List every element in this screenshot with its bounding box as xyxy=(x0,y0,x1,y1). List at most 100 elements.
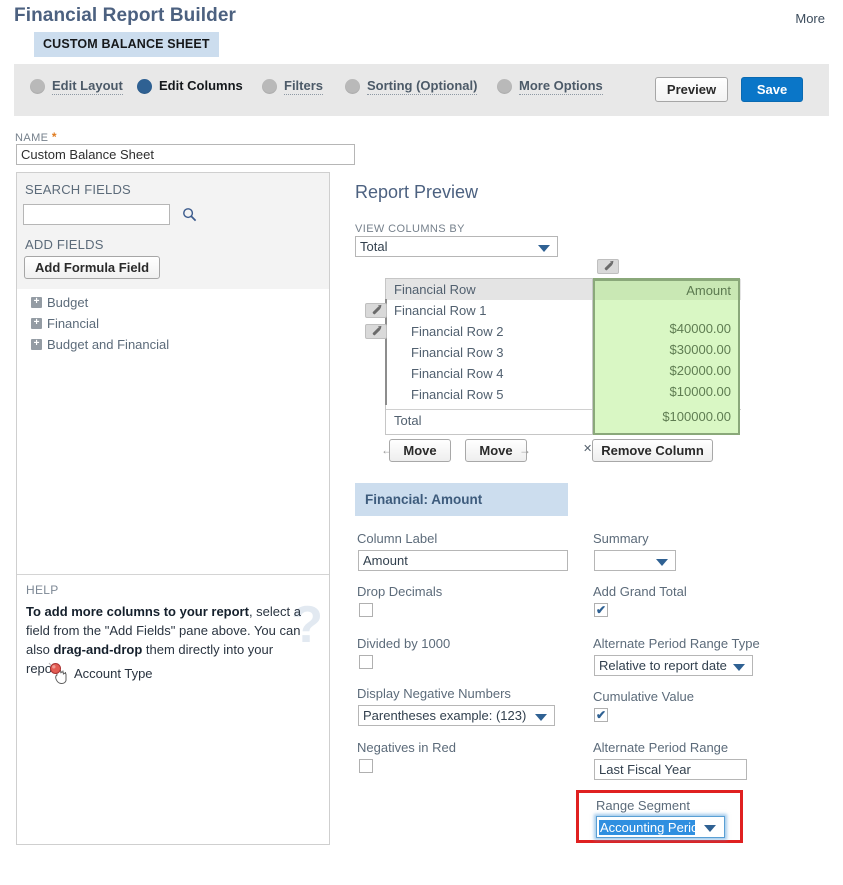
chevron-down-icon xyxy=(704,825,716,832)
field-tree-item-budget[interactable]: + Budget xyxy=(31,295,88,310)
edit-column-icon[interactable] xyxy=(597,259,619,274)
search-input[interactable] xyxy=(23,204,170,225)
divided-by-1000-checkbox[interactable] xyxy=(359,655,373,669)
expand-plus-icon[interactable]: + xyxy=(31,318,42,329)
column-header-financial-row: Financial Row xyxy=(394,282,476,297)
wizard-step-filters[interactable]: Filters xyxy=(262,78,324,95)
summary-label: Summary xyxy=(593,531,649,546)
drop-decimals-checkbox[interactable] xyxy=(359,603,373,617)
remove-column-button[interactable]: Remove Column xyxy=(592,439,713,462)
help-panel: ? HELP To add more columns to your repor… xyxy=(17,574,329,844)
move-right-arrow-icon: → xyxy=(519,443,531,457)
range-segment-highlight-box: Range Segment Accounting Period xyxy=(576,790,743,843)
step-dot-icon xyxy=(497,79,512,94)
total-label: Total xyxy=(394,412,422,428)
search-icon[interactable] xyxy=(178,204,200,225)
alternate-period-range-type-select[interactable]: Relative to report date xyxy=(594,655,753,676)
help-label: HELP xyxy=(26,583,59,597)
alternate-period-range-type-value: Relative to report date xyxy=(599,658,727,673)
wizard-step-label: More Options xyxy=(519,78,603,95)
wizard-step-label: Filters xyxy=(284,78,324,95)
required-marker: * xyxy=(51,130,57,144)
column-label-label: Column Label xyxy=(357,531,438,546)
more-link[interactable]: More xyxy=(795,11,825,26)
help-text-bold-1: To add more columns to your report xyxy=(26,604,249,619)
edit-row-icon[interactable] xyxy=(365,303,387,318)
move-left-button[interactable]: Move xyxy=(389,439,451,462)
selected-column-amount[interactable]: Amount $40000.00 $30000.00 $20000.00 $10… xyxy=(593,278,740,435)
alternate-period-range-type-label: Alternate Period Range Type xyxy=(593,636,760,651)
name-label-text: NAME xyxy=(15,132,49,144)
wizard-step-edit-layout[interactable]: Edit Layout xyxy=(30,78,123,95)
page-title: Financial Report Builder xyxy=(14,5,236,26)
wizard-step-label: Sorting (Optional) xyxy=(367,78,478,95)
summary-select[interactable] xyxy=(594,550,676,571)
section-title-financial-amount: Financial: Amount xyxy=(355,483,568,516)
wizard-step-more-options[interactable]: More Options xyxy=(497,78,603,95)
preview-button[interactable]: Preview xyxy=(655,77,728,102)
drop-decimals-label: Drop Decimals xyxy=(357,584,443,599)
wizard-step-edit-columns[interactable]: Edit Columns xyxy=(137,78,243,95)
row-label: Financial Row 5 xyxy=(411,387,504,402)
view-columns-by-select[interactable]: Total xyxy=(355,236,558,257)
field-tree-item-label: Budget xyxy=(47,295,89,310)
wizard-step-label: Edit Columns xyxy=(159,78,243,93)
row-label: Financial Row 1 xyxy=(394,303,487,318)
cell-total-amount: $100000.00 xyxy=(662,409,731,424)
drag-ghost: Account Type xyxy=(47,662,153,686)
alternate-period-range-label: Alternate Period Range xyxy=(593,740,729,755)
add-fields-area: SEARCH FIELDS ADD FIELDS Add Formula Fie… xyxy=(17,173,329,573)
negatives-in-red-label: Negatives in Red xyxy=(357,740,456,755)
report-preview-title: Report Preview xyxy=(355,182,479,202)
expand-plus-icon[interactable]: + xyxy=(31,297,42,308)
add-formula-field-button[interactable]: Add Formula Field xyxy=(24,256,161,279)
field-tree: + Budget + Financial + Budget and Financ… xyxy=(17,289,329,573)
row-label: Financial Row 2 xyxy=(411,324,504,339)
record-tab[interactable]: CUSTOM BALANCE SHEET xyxy=(34,32,219,57)
field-tree-item-financial[interactable]: + Financial xyxy=(31,316,99,331)
edit-row-icon[interactable] xyxy=(365,324,387,339)
help-text-bold-2: drag-and-drop xyxy=(53,642,143,657)
move-right-button[interactable]: Move xyxy=(465,439,527,462)
column-header-amount: Amount xyxy=(595,281,738,300)
field-tree-item-budget-and-financial[interactable]: + Budget and Financial xyxy=(31,337,169,352)
remove-x-icon: ✕ xyxy=(583,443,593,455)
column-label-input[interactable] xyxy=(358,550,568,571)
add-fields-label: ADD FIELDS xyxy=(25,237,104,252)
chevron-down-icon xyxy=(733,663,745,671)
wizard-step-label: Edit Layout xyxy=(52,78,123,95)
divided-by-1000-label: Divided by 1000 xyxy=(357,636,451,651)
range-segment-value: Accounting Period xyxy=(599,819,695,835)
cumulative-value-label: Cumulative Value xyxy=(593,689,694,704)
report-name-input[interactable] xyxy=(16,144,355,165)
expand-plus-icon[interactable]: + xyxy=(31,339,42,350)
step-dot-icon xyxy=(262,79,277,94)
row-label: Financial Row 3 xyxy=(411,345,504,360)
range-segment-select[interactable]: Accounting Period xyxy=(596,816,725,838)
range-segment-label: Range Segment xyxy=(596,798,690,813)
display-negative-numbers-label: Display Negative Numbers xyxy=(357,686,511,701)
save-button[interactable]: Save xyxy=(741,77,803,102)
search-fields-label: SEARCH FIELDS xyxy=(25,182,131,197)
add-grand-total-checkbox[interactable] xyxy=(594,603,608,617)
drag-ghost-label: Account Type xyxy=(74,666,153,681)
chevron-down-icon xyxy=(538,244,550,252)
wizard-step-bar: Edit Layout Edit Columns Filters Sorting… xyxy=(14,64,829,116)
view-columns-by-label: VIEW COLUMNS BY xyxy=(355,223,465,235)
field-tree-item-label: Financial xyxy=(47,316,100,331)
cumulative-value-checkbox[interactable] xyxy=(594,708,608,722)
name-field-label: NAME * xyxy=(15,130,57,144)
negatives-in-red-checkbox[interactable] xyxy=(359,759,373,773)
cell-amount: $40000.00 xyxy=(669,321,731,336)
display-negative-numbers-select[interactable]: Parentheses example: (123) xyxy=(358,705,555,726)
wizard-step-sorting[interactable]: Sorting (Optional) xyxy=(345,78,478,95)
chevron-down-icon xyxy=(656,558,668,566)
no-drop-cursor-icon xyxy=(48,662,67,685)
cell-amount: $30000.00 xyxy=(669,342,731,357)
row-label: Financial Row 4 xyxy=(411,366,504,381)
add-grand-total-label: Add Grand Total xyxy=(593,584,687,599)
fields-panel: SEARCH FIELDS ADD FIELDS Add Formula Fie… xyxy=(16,172,330,845)
cell-amount: $10000.00 xyxy=(669,384,731,399)
step-dot-icon xyxy=(345,79,360,94)
alternate-period-range-input[interactable] xyxy=(594,759,747,780)
